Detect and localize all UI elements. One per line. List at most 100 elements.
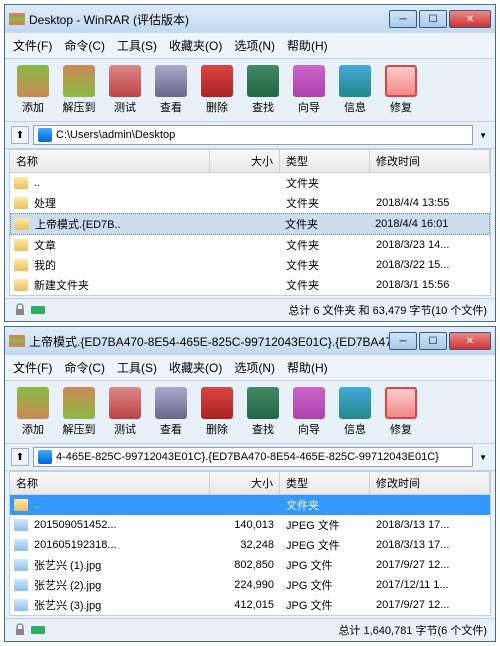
titlebar[interactable]: Desktop - WinRAR (评估版本) ─ ☐ ✕ (5, 5, 495, 33)
tool-icon (155, 65, 187, 97)
maximize-button[interactable]: ☐ (419, 10, 447, 28)
cell-date (370, 504, 490, 506)
cell-date: 2018/3/13 17... (370, 538, 490, 552)
col-name[interactable]: 名称 (10, 472, 210, 494)
list-item[interactable]: 我的文件夹2018/3/22 15... (10, 255, 490, 275)
lock-icon (13, 623, 27, 637)
nav-up-button[interactable]: ⬆ (11, 448, 29, 466)
folder-icon (14, 239, 28, 251)
cell-type: 文件夹 (279, 215, 369, 233)
col-name[interactable]: 名称 (10, 150, 210, 172)
tool-添加[interactable]: 添加 (11, 385, 55, 439)
statusbar: 总计 6 文件夹 和 63,479 字节(10 个文件) (5, 298, 495, 321)
menu-help[interactable]: 帮助(H) (287, 359, 328, 376)
tool-label: 解压到 (63, 421, 96, 437)
menu-favorites[interactable]: 收藏夹(O) (169, 37, 222, 54)
menu-file[interactable]: 文件(F) (13, 359, 52, 376)
path-box[interactable]: C:\Users\admin\Desktop (33, 125, 473, 145)
cell-type: JPG 文件 (280, 596, 370, 614)
tool-修复[interactable]: 修复 (379, 63, 423, 117)
nav-up-button[interactable]: ⬆ (11, 126, 29, 144)
menu-command[interactable]: 命令(C) (64, 359, 105, 376)
close-button[interactable]: ✕ (449, 10, 491, 28)
tool-label: 查看 (160, 421, 182, 437)
tool-icon (385, 65, 417, 97)
tool-删除[interactable]: 删除 (195, 385, 239, 439)
path-dropdown-icon[interactable]: ▼ (477, 131, 489, 140)
list-item[interactable]: 文章文件夹2018/3/23 14... (10, 235, 490, 255)
tool-删除[interactable]: 删除 (195, 63, 239, 117)
col-type[interactable]: 类型 (280, 472, 370, 494)
cell-type: 文件夹 (280, 496, 370, 514)
tool-icon (155, 387, 187, 419)
titlebar[interactable]: 上帝模式.{ED7BA470-8E54-465E-825C-99712043E0… (5, 327, 495, 355)
tool-查看[interactable]: 查看 (149, 385, 193, 439)
tool-icon (201, 387, 233, 419)
list-item[interactable]: 201605192318...32,248JPEG 文件2018/3/13 17… (10, 535, 490, 555)
minimize-button[interactable]: ─ (389, 10, 417, 28)
addressbar: ⬆ C:\Users\admin\Desktop ▼ (5, 122, 495, 149)
status-icon (31, 623, 45, 637)
path-dropdown-icon[interactable]: ▼ (477, 453, 489, 462)
status-icons (13, 623, 45, 637)
tool-测试[interactable]: 测试 (103, 385, 147, 439)
tool-添加[interactable]: 添加 (11, 63, 55, 117)
cell-date (370, 182, 490, 184)
cell-name: .. (28, 176, 210, 190)
list-item[interactable]: 处理文件夹2018/4/4 13:55 (10, 193, 490, 213)
menu-favorites[interactable]: 收藏夹(O) (169, 359, 222, 376)
file-icon (14, 579, 28, 591)
col-date[interactable]: 修改时间 (370, 472, 490, 494)
tool-icon (201, 65, 233, 97)
tool-向导[interactable]: 向导 (287, 385, 331, 439)
tool-icon (17, 387, 49, 419)
cell-type: 文件夹 (280, 276, 370, 294)
file-list: 名称 大小 类型 修改时间 ..文件夹201509051452...140,01… (9, 471, 491, 616)
tool-label: 查找 (252, 99, 274, 115)
menu-options[interactable]: 选项(N) (234, 37, 275, 54)
menu-tools[interactable]: 工具(S) (117, 37, 157, 54)
maximize-button[interactable]: ☐ (419, 332, 447, 350)
tool-查找[interactable]: 查找 (241, 385, 285, 439)
tool-修复[interactable]: 修复 (379, 385, 423, 439)
tool-向导[interactable]: 向导 (287, 63, 331, 117)
col-size[interactable]: 大小 (210, 150, 280, 172)
col-type[interactable]: 类型 (280, 150, 370, 172)
cell-type: 文件夹 (280, 236, 370, 254)
tool-查找[interactable]: 查找 (241, 63, 285, 117)
tool-解压到[interactable]: 解压到 (57, 385, 101, 439)
status-text: 总计 6 文件夹 和 63,479 字节(10 个文件) (53, 302, 487, 318)
folder-icon (14, 259, 28, 271)
tool-信息[interactable]: 信息 (333, 385, 377, 439)
col-date[interactable]: 修改时间 (370, 150, 490, 172)
menubar: 文件(F) 命令(C) 工具(S) 收藏夹(O) 选项(N) 帮助(H) (5, 33, 495, 59)
close-button[interactable]: ✕ (449, 332, 491, 350)
tool-icon (339, 65, 371, 97)
menu-file[interactable]: 文件(F) (13, 37, 52, 54)
list-item[interactable]: 上帝模式.{ED7B..文件夹2018/4/4 16:01 (10, 213, 490, 235)
file-icon (14, 539, 28, 551)
menu-options[interactable]: 选项(N) (234, 359, 275, 376)
list-item[interactable]: ..文件夹 (10, 495, 490, 515)
minimize-button[interactable]: ─ (389, 332, 417, 350)
list-item[interactable]: 201509051452...140,013JPEG 文件2018/3/13 1… (10, 515, 490, 535)
col-size[interactable]: 大小 (210, 472, 280, 494)
tool-解压到[interactable]: 解压到 (57, 63, 101, 117)
menu-tools[interactable]: 工具(S) (117, 359, 157, 376)
cell-size: 802,850 (210, 558, 280, 572)
list-item[interactable]: 新建文件夹文件夹2018/3/1 15:56 (10, 275, 490, 295)
cell-type: 文件夹 (280, 194, 370, 212)
path-box[interactable]: 4-465E-825C-99712043E01C}.{ED7BA470-8E54… (33, 447, 473, 467)
tool-信息[interactable]: 信息 (333, 63, 377, 117)
tool-查看[interactable]: 查看 (149, 63, 193, 117)
list-item[interactable]: 张艺兴 (2).jpg224,990JPG 文件2017/12/11 1... (10, 575, 490, 595)
cell-date: 2018/4/4 16:01 (369, 217, 489, 231)
menu-command[interactable]: 命令(C) (64, 37, 105, 54)
list-item[interactable]: ..文件夹 (10, 173, 490, 193)
tool-icon (63, 387, 95, 419)
list-item[interactable]: 张艺兴 (3).jpg412,015JPG 文件2017/9/27 12... (10, 595, 490, 615)
list-item[interactable]: 张艺兴 (1).jpg802,850JPG 文件2017/9/27 12... (10, 555, 490, 575)
menu-help[interactable]: 帮助(H) (287, 37, 328, 54)
folder-icon (15, 218, 29, 230)
tool-测试[interactable]: 测试 (103, 63, 147, 117)
